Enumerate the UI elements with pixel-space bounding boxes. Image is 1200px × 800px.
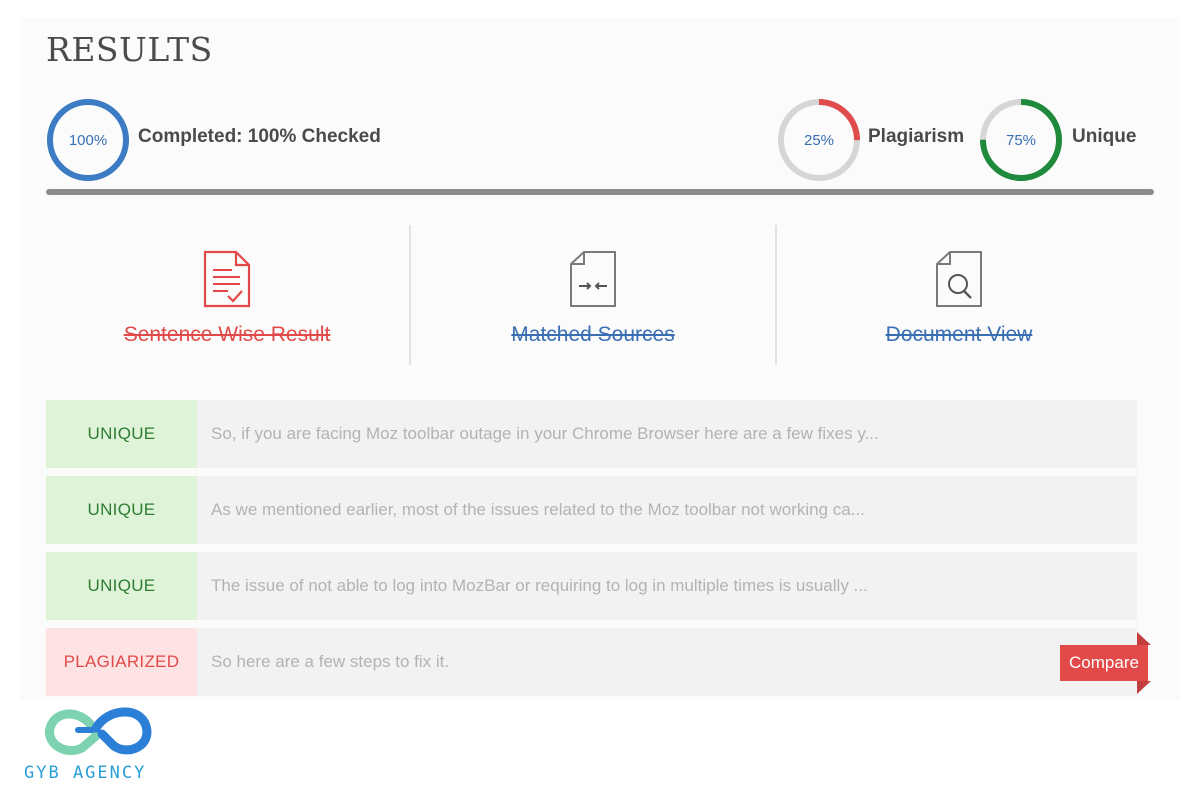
status-badge: UNIQUE <box>46 476 197 544</box>
sentence-text: As we mentioned earlier, most of the iss… <box>211 500 865 519</box>
tab-label: Matched Sources <box>511 323 675 346</box>
plagiarism-label: Plagiarism <box>868 126 965 147</box>
status-badge: UNIQUE <box>46 552 197 620</box>
sentence-text: So, if you are facing Moz toolbar outage… <box>211 424 879 443</box>
result-row[interactable]: PLAGIARIZED So here are a few steps to f… <box>46 628 1137 696</box>
status-badge: PLAGIARIZED <box>46 628 197 696</box>
compare-button[interactable]: Compare <box>1060 645 1148 681</box>
compare-flag-decoration <box>1137 632 1151 645</box>
compare-flag-decoration <box>1137 681 1151 694</box>
unique-label: Unique <box>1072 126 1137 147</box>
sentence-text: So here are a few steps to fix it. <box>211 652 450 671</box>
status-badge: UNIQUE <box>46 400 197 468</box>
completed-percent: 100% <box>68 131 108 149</box>
unique-progress-ring: 75% <box>979 98 1063 182</box>
completed-label: Completed: 100% Checked <box>138 126 381 147</box>
tab-label: Sentence Wise Result <box>123 323 331 346</box>
completed-progress-ring: 100% <box>46 98 130 182</box>
result-row[interactable]: UNIQUE The issue of not able to log into… <box>46 552 1137 620</box>
sentence-text: The issue of not able to log into MozBar… <box>211 576 868 595</box>
tab-label: Document View <box>885 323 1033 346</box>
gyb-agency-logo-icon <box>44 700 154 765</box>
brand-name: GYB AGENCY <box>24 763 147 783</box>
section-divider <box>46 189 1154 195</box>
tab-matched-sources[interactable]: Matched Sources <box>410 225 776 365</box>
document-compare-icon <box>568 250 618 313</box>
result-row[interactable]: UNIQUE So, if you are facing Moz toolbar… <box>46 400 1137 468</box>
tab-sentence-wise-result[interactable]: Sentence Wise Result <box>44 225 410 365</box>
page-title: RESULTS <box>46 30 213 69</box>
result-row[interactable]: UNIQUE As we mentioned earlier, most of … <box>46 476 1137 544</box>
document-check-icon <box>202 250 252 313</box>
tab-document-view[interactable]: Document View <box>776 225 1142 365</box>
plagiarism-progress-ring: 25% <box>777 98 861 182</box>
unique-percent: 75% <box>1005 131 1037 149</box>
plagiarism-percent: 25% <box>803 131 835 149</box>
document-search-icon <box>934 250 984 313</box>
